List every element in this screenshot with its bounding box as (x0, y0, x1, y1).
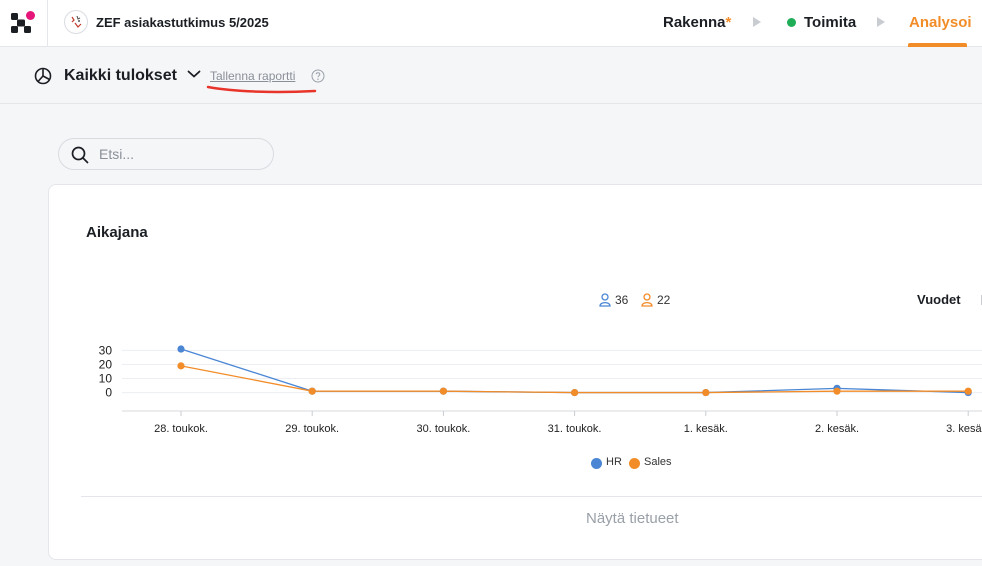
x-tick-label: 28. toukok. (154, 423, 208, 435)
save-report-link[interactable]: Tallenna raportti (210, 69, 295, 83)
data-point-sales (308, 387, 316, 395)
respondent-count-hr: 36 (599, 293, 639, 307)
data-point-sales (439, 387, 447, 395)
data-point-sales (177, 362, 185, 370)
timeline-chart: 0102030 28. toukok. 29. toukok. 30. toukok.… (99, 343, 982, 435)
step-arrow-icon (877, 17, 885, 27)
zef-logo-icon (11, 11, 35, 33)
period-selector-years[interactable]: Vuodet (917, 292, 961, 307)
data-point-sales (833, 387, 841, 395)
x-tick-label: 2. kesäk. (815, 423, 859, 435)
legend-swatch-sales (629, 458, 640, 469)
timeline-card: Aikajana 36 22 Vuodet 0 10 20 30 28. toukok.… (48, 184, 982, 560)
card-divider (81, 496, 982, 497)
survey-avatar-icon (64, 10, 88, 34)
report-title[interactable]: Kaikki tulokset (64, 67, 177, 85)
person-icon (599, 293, 611, 307)
chevron-down-icon[interactable] (187, 69, 201, 79)
active-step-indicator (908, 43, 967, 47)
respondent-count-sales-value: 22 (657, 293, 671, 307)
legend-item-hr[interactable]: HR (591, 456, 631, 470)
y-tick-label: 20 (99, 357, 113, 371)
status-dot-icon (787, 18, 796, 27)
respondent-count-sales: 22 (641, 293, 681, 307)
step-build[interactable]: Rakenna* (663, 14, 731, 31)
x-tick-label: 1. kesäk. (684, 423, 728, 435)
series-line-hr (180, 348, 969, 394)
y-tick-label: 10 (99, 372, 113, 386)
legend-label-hr: HR (606, 456, 622, 468)
legend-swatch-hr (591, 458, 602, 469)
data-point-sales (964, 387, 972, 395)
y-tick-label: 0 (105, 386, 112, 400)
unsaved-marker: * (725, 14, 732, 31)
respondent-count-hr-value: 36 (615, 293, 629, 307)
y-tick-label: 30 (99, 343, 113, 357)
card-title: Aikajana (86, 224, 148, 241)
search-box[interactable] (58, 138, 274, 170)
search-icon (71, 146, 89, 164)
x-tick-label: 31. toukok. (548, 423, 602, 435)
show-records-button[interactable]: Näytä tietueet (586, 510, 679, 527)
x-tick-label: 30. toukok. (416, 423, 470, 435)
step-analyze[interactable]: Analysoi (909, 14, 972, 31)
report-toolbar: Kaikki tulokset Tallenna raportti (0, 48, 982, 104)
pie-chart-icon (34, 67, 52, 85)
step-deliver[interactable]: Toimita (804, 14, 856, 31)
annotation-underline (206, 85, 317, 94)
step-arrow-icon (753, 17, 761, 27)
data-point-sales (571, 388, 579, 397)
data-point-sales (702, 388, 710, 397)
data-point-hr (177, 345, 185, 353)
help-icon[interactable] (311, 69, 325, 83)
x-tick-label: 29. toukok. (285, 423, 339, 435)
top-navigation-bar: ZEF asiakastutkimus 5/2025 Rakenna* Toim… (0, 0, 982, 47)
x-tick-label: 3. kesäk. (946, 423, 982, 435)
app-logo[interactable] (0, 0, 48, 47)
legend-label-sales: Sales (644, 456, 672, 468)
step-build-label: Rakenna (663, 14, 726, 31)
person-icon (641, 293, 653, 307)
survey-title: ZEF asiakastutkimus 5/2025 (96, 15, 269, 30)
search-input[interactable] (99, 144, 264, 164)
legend-item-sales[interactable]: Sales (629, 456, 689, 470)
